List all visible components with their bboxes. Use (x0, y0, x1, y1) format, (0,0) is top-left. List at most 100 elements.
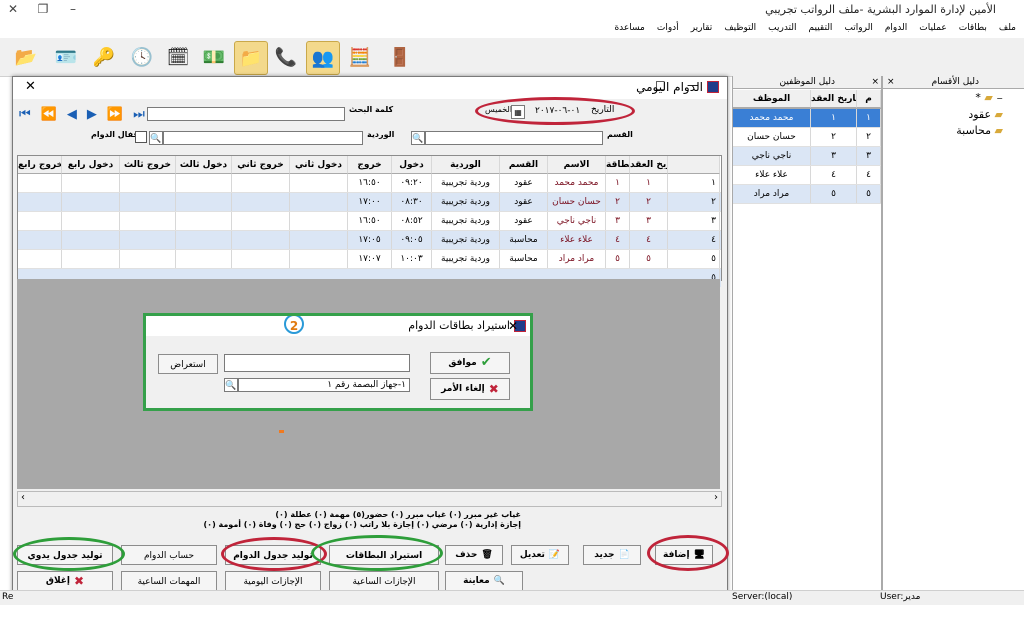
departments-panel-close-icon[interactable]: × (887, 76, 895, 88)
attendance-header-cell[interactable]: الاسم (548, 156, 606, 174)
dept-search-icon[interactable]: 🔍 (411, 131, 425, 145)
menu-item[interactable]: التدريب (768, 23, 796, 33)
employee-row[interactable]: ٤ ٤ علاء علاء (733, 166, 881, 185)
employees-header-cell[interactable]: م (857, 90, 881, 108)
attendance-header-cell[interactable]: دخول رابع (62, 156, 120, 174)
close-window-icon[interactable]: ✕ (6, 2, 20, 16)
clock-icon[interactable]: 🕓 (126, 41, 158, 73)
hourly-tasks-button[interactable]: المهمات الساعية (121, 571, 217, 591)
dept-input[interactable] (425, 131, 603, 145)
attendance-cell-in2 (290, 193, 348, 211)
window-maximize-icon[interactable]: ☐ (655, 79, 666, 93)
door-exit-icon[interactable]: 🚪 (384, 41, 416, 73)
calc-shift-button[interactable]: حساب الدوام (121, 545, 217, 565)
attendance-header-cell[interactable]: الوردية (432, 156, 500, 174)
calculator-icon[interactable]: 🧮 (344, 41, 376, 73)
edit-button[interactable]: تعديل 📝 (511, 545, 569, 565)
employee-card-icon[interactable]: 🪪 (50, 41, 82, 73)
attendance-header-cell[interactable]: القسم (500, 156, 548, 174)
attendance-cell-card: ٥ (606, 250, 630, 268)
tree-item-accounting[interactable]: محاسبة ▰ (956, 123, 1003, 139)
scroll-left-icon[interactable]: ‹ (21, 492, 25, 503)
hourly-leave-button[interactable]: الإجازات الساعية (329, 571, 439, 591)
attendance-cell-dept: عقود (500, 212, 548, 230)
app-title: الأمين لإدارة الموارد البشرية -ملف الروا… (765, 3, 996, 16)
attendance-row[interactable]: ١ ١ ١ محمد محمد عقود وردية تجريبية ٠٩:٢٠ ١٦:٥٠ (18, 174, 721, 193)
employee-cell-date: ١ (811, 109, 857, 127)
attendance-row[interactable]: ٢ ٢ ٢ حسان حسان عقود وردية تجريبية ٠٨:٣٠ ١٧:٠٠ (18, 193, 721, 212)
menu-item[interactable]: التقييم (809, 23, 833, 33)
attendance-row[interactable]: ٣ ٣ ٣ ناجي ناجي عقود وردية تجريبية ٠٨:٥٢ ١٦:٥٠ (18, 212, 721, 231)
employee-row[interactable]: ١ ١ محمد محمد (733, 109, 881, 128)
employees-panel: دليل الموظفين × م تاريخ العقد الموظف ١ ١ محمد… (732, 76, 882, 590)
window-close-icon[interactable]: ✕ (25, 79, 36, 94)
attendance-cell-in3 (176, 212, 232, 230)
users-folder-icon[interactable]: 👥 (306, 41, 340, 75)
menu-item[interactable]: الدوام (885, 23, 907, 33)
exit-icon[interactable]: 📂 (10, 41, 42, 73)
shift-search-icon[interactable]: 🔍 (149, 131, 163, 145)
money-icon[interactable]: 💵 (198, 41, 230, 73)
employees-header-cell[interactable]: تاريخ العقد (811, 90, 857, 108)
attendance-header-cell[interactable]: دخول ثالث (176, 156, 232, 174)
preview-button[interactable]: معاينة 🔍 (445, 571, 523, 591)
first-record-icon[interactable]: ⏮ (19, 107, 31, 122)
menu-item[interactable]: تقارير (691, 23, 713, 33)
prev-page-icon[interactable]: ⏪ (41, 107, 57, 122)
next-record-icon[interactable]: ▶ (87, 107, 97, 122)
attendance-header-cell[interactable]: خروج ثالث (120, 156, 176, 174)
employee-row[interactable]: ٥ ٥ مراد مراد (733, 185, 881, 204)
departments-panel-header: دليل الأقسام × (883, 76, 1024, 89)
close-button[interactable]: إغلاق ✖ (17, 571, 113, 591)
folder-icon[interactable]: 📁 (234, 41, 268, 75)
daily-leave-button[interactable]: الإجازات اليومية (225, 571, 321, 591)
menu-item[interactable]: أدوات (657, 23, 679, 33)
prev-record-icon[interactable]: ◀ (67, 107, 77, 122)
menu-bar: ملف بطاقات عمليات الدوام الرواتب التقييم التدر… (0, 20, 1024, 38)
attendance-header-cell[interactable]: دخول ثاني (290, 156, 348, 174)
employee-row[interactable]: ٣ ٣ ناجي ناجي (733, 147, 881, 166)
window-minimize-icon[interactable]: — (687, 78, 699, 92)
attendance-header-cell[interactable]: خروج ثاني (232, 156, 290, 174)
annotation-import-cards (311, 535, 443, 571)
new-button[interactable]: جديد 📄 (583, 545, 641, 565)
last-record-icon[interactable]: ⏭ (133, 107, 145, 122)
attendance-cell-idx: ٤ (668, 231, 720, 249)
attendance-header-cell[interactable]: دخول (392, 156, 432, 174)
attendance-header-cell[interactable]: تاريخ العقد (630, 156, 668, 174)
horizontal-scrollbar[interactable]: ‹ › (17, 491, 722, 507)
menu-item[interactable]: الرواتب (844, 23, 872, 33)
employees-header-cell[interactable]: الموظف (733, 90, 811, 108)
attendance-header-cell[interactable] (668, 156, 720, 174)
next-page-icon[interactable]: ⏩ (107, 107, 123, 122)
delete-button[interactable]: حذف 🗑 (445, 545, 503, 565)
employee-row[interactable]: ٢ ٢ حسان حسان (733, 128, 881, 147)
employees-panel-close-icon[interactable]: × (871, 76, 879, 88)
scroll-right-icon[interactable]: › (714, 492, 718, 503)
attendance-cell-in2 (290, 250, 348, 268)
tree-expand-icon[interactable]: − (996, 94, 1003, 103)
attendance-header-cell[interactable]: خروج رابع (18, 156, 62, 174)
search-input[interactable] (147, 107, 345, 121)
tree-item-root[interactable]: * ▰ − (956, 90, 1003, 107)
menu-item[interactable]: ملف (999, 23, 1016, 33)
tree-item-contracts[interactable]: عقود ▰ (956, 107, 1003, 123)
close-day-checkbox[interactable] (135, 131, 147, 143)
menu-item[interactable]: التوظيف (724, 23, 756, 33)
minimize-window-icon[interactable]: – (66, 2, 80, 16)
calendar-icon[interactable]: 🗓 (162, 41, 194, 73)
shift-input[interactable] (163, 131, 363, 145)
attendance-row[interactable]: ٤ ٤ ٤ علاء علاء محاسبة وردية تجريبية ٠٩:٠٥ ١٧:٠… (18, 231, 721, 250)
attendance-header-cell[interactable]: رقم البطاقة (606, 156, 630, 174)
folder-icon: ▰ (994, 124, 1003, 137)
attendance-cell-card: ١ (606, 174, 630, 192)
key-icon[interactable]: 🔑 (88, 41, 120, 73)
annotation-add (647, 535, 729, 571)
menu-item[interactable]: مساعدة (614, 23, 644, 33)
attendance-row[interactable]: ٥ ٥ ٥ مراد مراد محاسبة وردية تجريبية ١٠:٠٣ ١٧:٠… (18, 250, 721, 269)
restore-window-icon[interactable]: ❐ (36, 2, 50, 16)
attendance-header-cell[interactable]: خروج (348, 156, 392, 174)
menu-item[interactable]: عمليات (919, 23, 946, 33)
menu-item[interactable]: بطاقات (959, 23, 987, 33)
phone-folder-icon[interactable]: 📞 (270, 41, 302, 73)
